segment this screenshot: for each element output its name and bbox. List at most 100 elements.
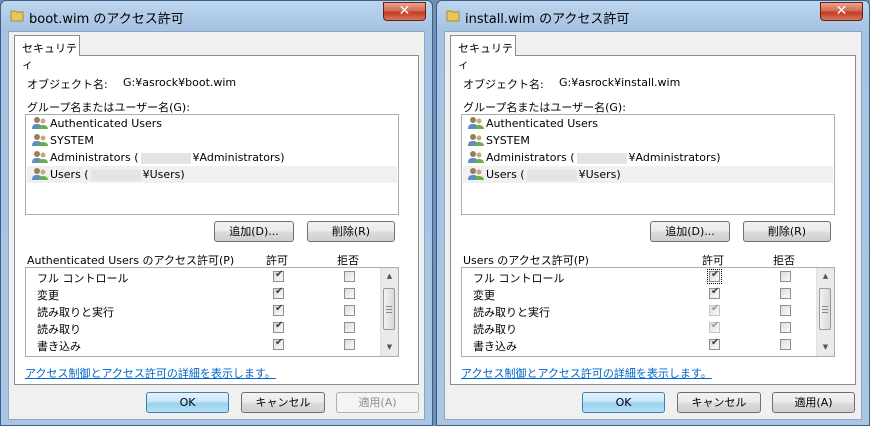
deny-checkbox[interactable] — [780, 288, 791, 299]
scroll-thumb[interactable] — [383, 288, 395, 330]
check-icon: ✔ — [275, 320, 284, 331]
allow-checkbox[interactable]: ✔ — [273, 337, 284, 350]
tab-security[interactable]: セキュリティ — [14, 35, 80, 71]
permission-row: 読み取りと実行 ✔ — [26, 302, 380, 319]
list-item[interactable]: SYSTEM — [27, 132, 397, 149]
allow-checkbox[interactable]: ✔ — [709, 286, 720, 299]
deny-header: 拒否 — [773, 254, 795, 267]
permission-name: 読み取り — [473, 323, 517, 336]
list-item[interactable]: Authenticated Users — [463, 115, 833, 132]
user-group-icon — [468, 117, 484, 129]
allow-checkbox[interactable]: ✔ — [707, 269, 722, 284]
user-group-icon — [468, 134, 484, 146]
deny-checkbox[interactable] — [344, 288, 355, 299]
scroll-up-icon[interactable]: ▲ — [381, 268, 398, 285]
user-name: Users (¥Users) — [486, 168, 621, 181]
user-group-icon — [32, 151, 48, 163]
dialog-body: セキュリティ オブジェクト名: G:¥asrock¥install.wim グル… — [444, 31, 862, 420]
deny-checkbox[interactable] — [344, 322, 355, 333]
list-item-selected[interactable]: Users (¥Users) — [463, 166, 833, 183]
permission-row: 読み取り ✔ — [26, 319, 380, 336]
permission-row: フル コントロール ✔ — [462, 268, 816, 285]
add-button[interactable]: 追加(D)... — [214, 221, 294, 242]
ok-button[interactable]: OK — [146, 392, 229, 413]
security-panel: オブジェクト名: G:¥asrock¥install.wim グループ名またはユ… — [450, 55, 856, 385]
allow-checkbox[interactable]: ✔ — [709, 320, 720, 333]
remove-button[interactable]: 削除(R) — [743, 221, 831, 242]
permission-row: 書き込み ✔ — [462, 336, 816, 353]
scroll-down-icon[interactable]: ▼ — [381, 339, 398, 356]
allow-checkbox[interactable]: ✔ — [273, 269, 284, 282]
group-user-list[interactable]: Authenticated Users SYSTEM Administrator… — [25, 114, 399, 215]
vertical-scrollbar[interactable]: ▲ ▼ — [816, 268, 834, 356]
allow-checkbox[interactable]: ✔ — [709, 303, 720, 316]
deny-checkbox[interactable] — [780, 322, 791, 333]
allow-checkbox[interactable]: ✔ — [273, 320, 284, 333]
user-name: SYSTEM — [50, 134, 94, 147]
scroll-up-icon[interactable]: ▲ — [817, 268, 834, 285]
deny-checkbox[interactable] — [344, 271, 355, 282]
remove-button[interactable]: 削除(R) — [307, 221, 395, 242]
apply-button[interactable]: 適用(A) — [336, 392, 419, 413]
ok-button[interactable]: OK — [582, 392, 665, 413]
object-name-label: オブジェクト名: — [27, 78, 108, 91]
permissions-list[interactable]: ▲ ▼ フル コントロール ✔ 変更 ✔ 読み取りと実行 ✔ 読み取り ✔ 書き込み ✔ — [461, 267, 835, 357]
object-name-value: G:¥asrock¥boot.wim — [123, 76, 237, 89]
redacted-text — [140, 152, 191, 164]
check-icon: ✔ — [711, 320, 720, 331]
close-button[interactable]: ✕ — [383, 2, 426, 21]
tab-label: セキュリティ — [22, 42, 77, 71]
permissions-details-link[interactable]: アクセス制御とアクセス許可の詳細を表示します。 — [25, 365, 276, 381]
add-button[interactable]: 追加(D)... — [650, 221, 730, 242]
user-group-icon — [468, 151, 484, 163]
check-icon: ✔ — [711, 269, 720, 280]
scroll-down-icon[interactable]: ▼ — [817, 339, 834, 356]
tab-security[interactable]: セキュリティ — [450, 35, 516, 71]
allow-header: 許可 — [266, 254, 288, 267]
check-icon: ✔ — [711, 303, 720, 314]
apply-button[interactable]: 適用(A) — [772, 392, 855, 413]
allow-checkbox[interactable]: ✔ — [273, 286, 284, 299]
deny-checkbox[interactable] — [344, 339, 355, 350]
allow-checkbox[interactable]: ✔ — [709, 337, 720, 350]
deny-checkbox[interactable] — [780, 339, 791, 350]
check-icon: ✔ — [711, 337, 720, 348]
title-bar[interactable]: boot.wim のアクセス許可 ✕ — [1, 1, 432, 31]
permission-name: フル コントロール — [37, 272, 129, 285]
permissions-label: Authenticated Users のアクセス許可(P) — [27, 254, 235, 267]
window-title: boot.wim のアクセス許可 — [29, 12, 184, 27]
deny-checkbox[interactable] — [780, 271, 791, 282]
redacted-text — [526, 169, 577, 181]
group-user-list[interactable]: Authenticated Users SYSTEM Administrator… — [461, 114, 835, 215]
security-panel: オブジェクト名: G:¥asrock¥boot.wim グループ名またはユーザー… — [14, 55, 419, 385]
folder-icon — [10, 10, 24, 22]
permission-name: 書き込み — [473, 340, 517, 353]
vertical-scrollbar[interactable]: ▲ ▼ — [380, 268, 398, 356]
list-item[interactable]: Authenticated Users — [27, 115, 397, 132]
check-icon: ✔ — [275, 303, 284, 314]
list-item[interactable]: SYSTEM — [463, 132, 833, 149]
list-item-selected[interactable]: Users (¥Users) — [27, 166, 397, 183]
scroll-thumb[interactable] — [819, 288, 831, 330]
deny-checkbox[interactable] — [344, 305, 355, 316]
list-item[interactable]: Administrators (¥Administrators) — [463, 149, 833, 166]
check-icon: ✔ — [275, 286, 284, 297]
permission-name: 読み取りと実行 — [473, 306, 550, 319]
deny-checkbox[interactable] — [780, 305, 791, 316]
permissions-details-link[interactable]: アクセス制御とアクセス許可の詳細を表示します。 — [461, 365, 712, 381]
permission-row: フル コントロール ✔ — [26, 268, 380, 285]
close-button[interactable]: ✕ — [820, 2, 863, 21]
allow-checkbox[interactable]: ✔ — [273, 303, 284, 316]
cancel-button[interactable]: キャンセル — [677, 392, 761, 413]
cancel-button[interactable]: キャンセル — [241, 392, 325, 413]
user-name: SYSTEM — [486, 134, 530, 147]
object-name-value: G:¥asrock¥install.wim — [559, 76, 681, 89]
permission-row: 変更 ✔ — [26, 285, 380, 302]
close-icon: ✕ — [835, 3, 848, 19]
list-item[interactable]: Administrators (¥Administrators) — [27, 149, 397, 166]
deny-header: 拒否 — [337, 254, 359, 267]
user-group-icon — [32, 134, 48, 146]
install-permissions-window: install.wim のアクセス許可 ✕ セキュリティ オブジェクト名: G:… — [436, 0, 870, 426]
permissions-list[interactable]: ▲ ▼ フル コントロール ✔ 変更 ✔ 読み取りと実行 ✔ 読み取り ✔ 書き込み ✔ — [25, 267, 399, 357]
title-bar[interactable]: install.wim のアクセス許可 ✕ — [437, 1, 869, 31]
